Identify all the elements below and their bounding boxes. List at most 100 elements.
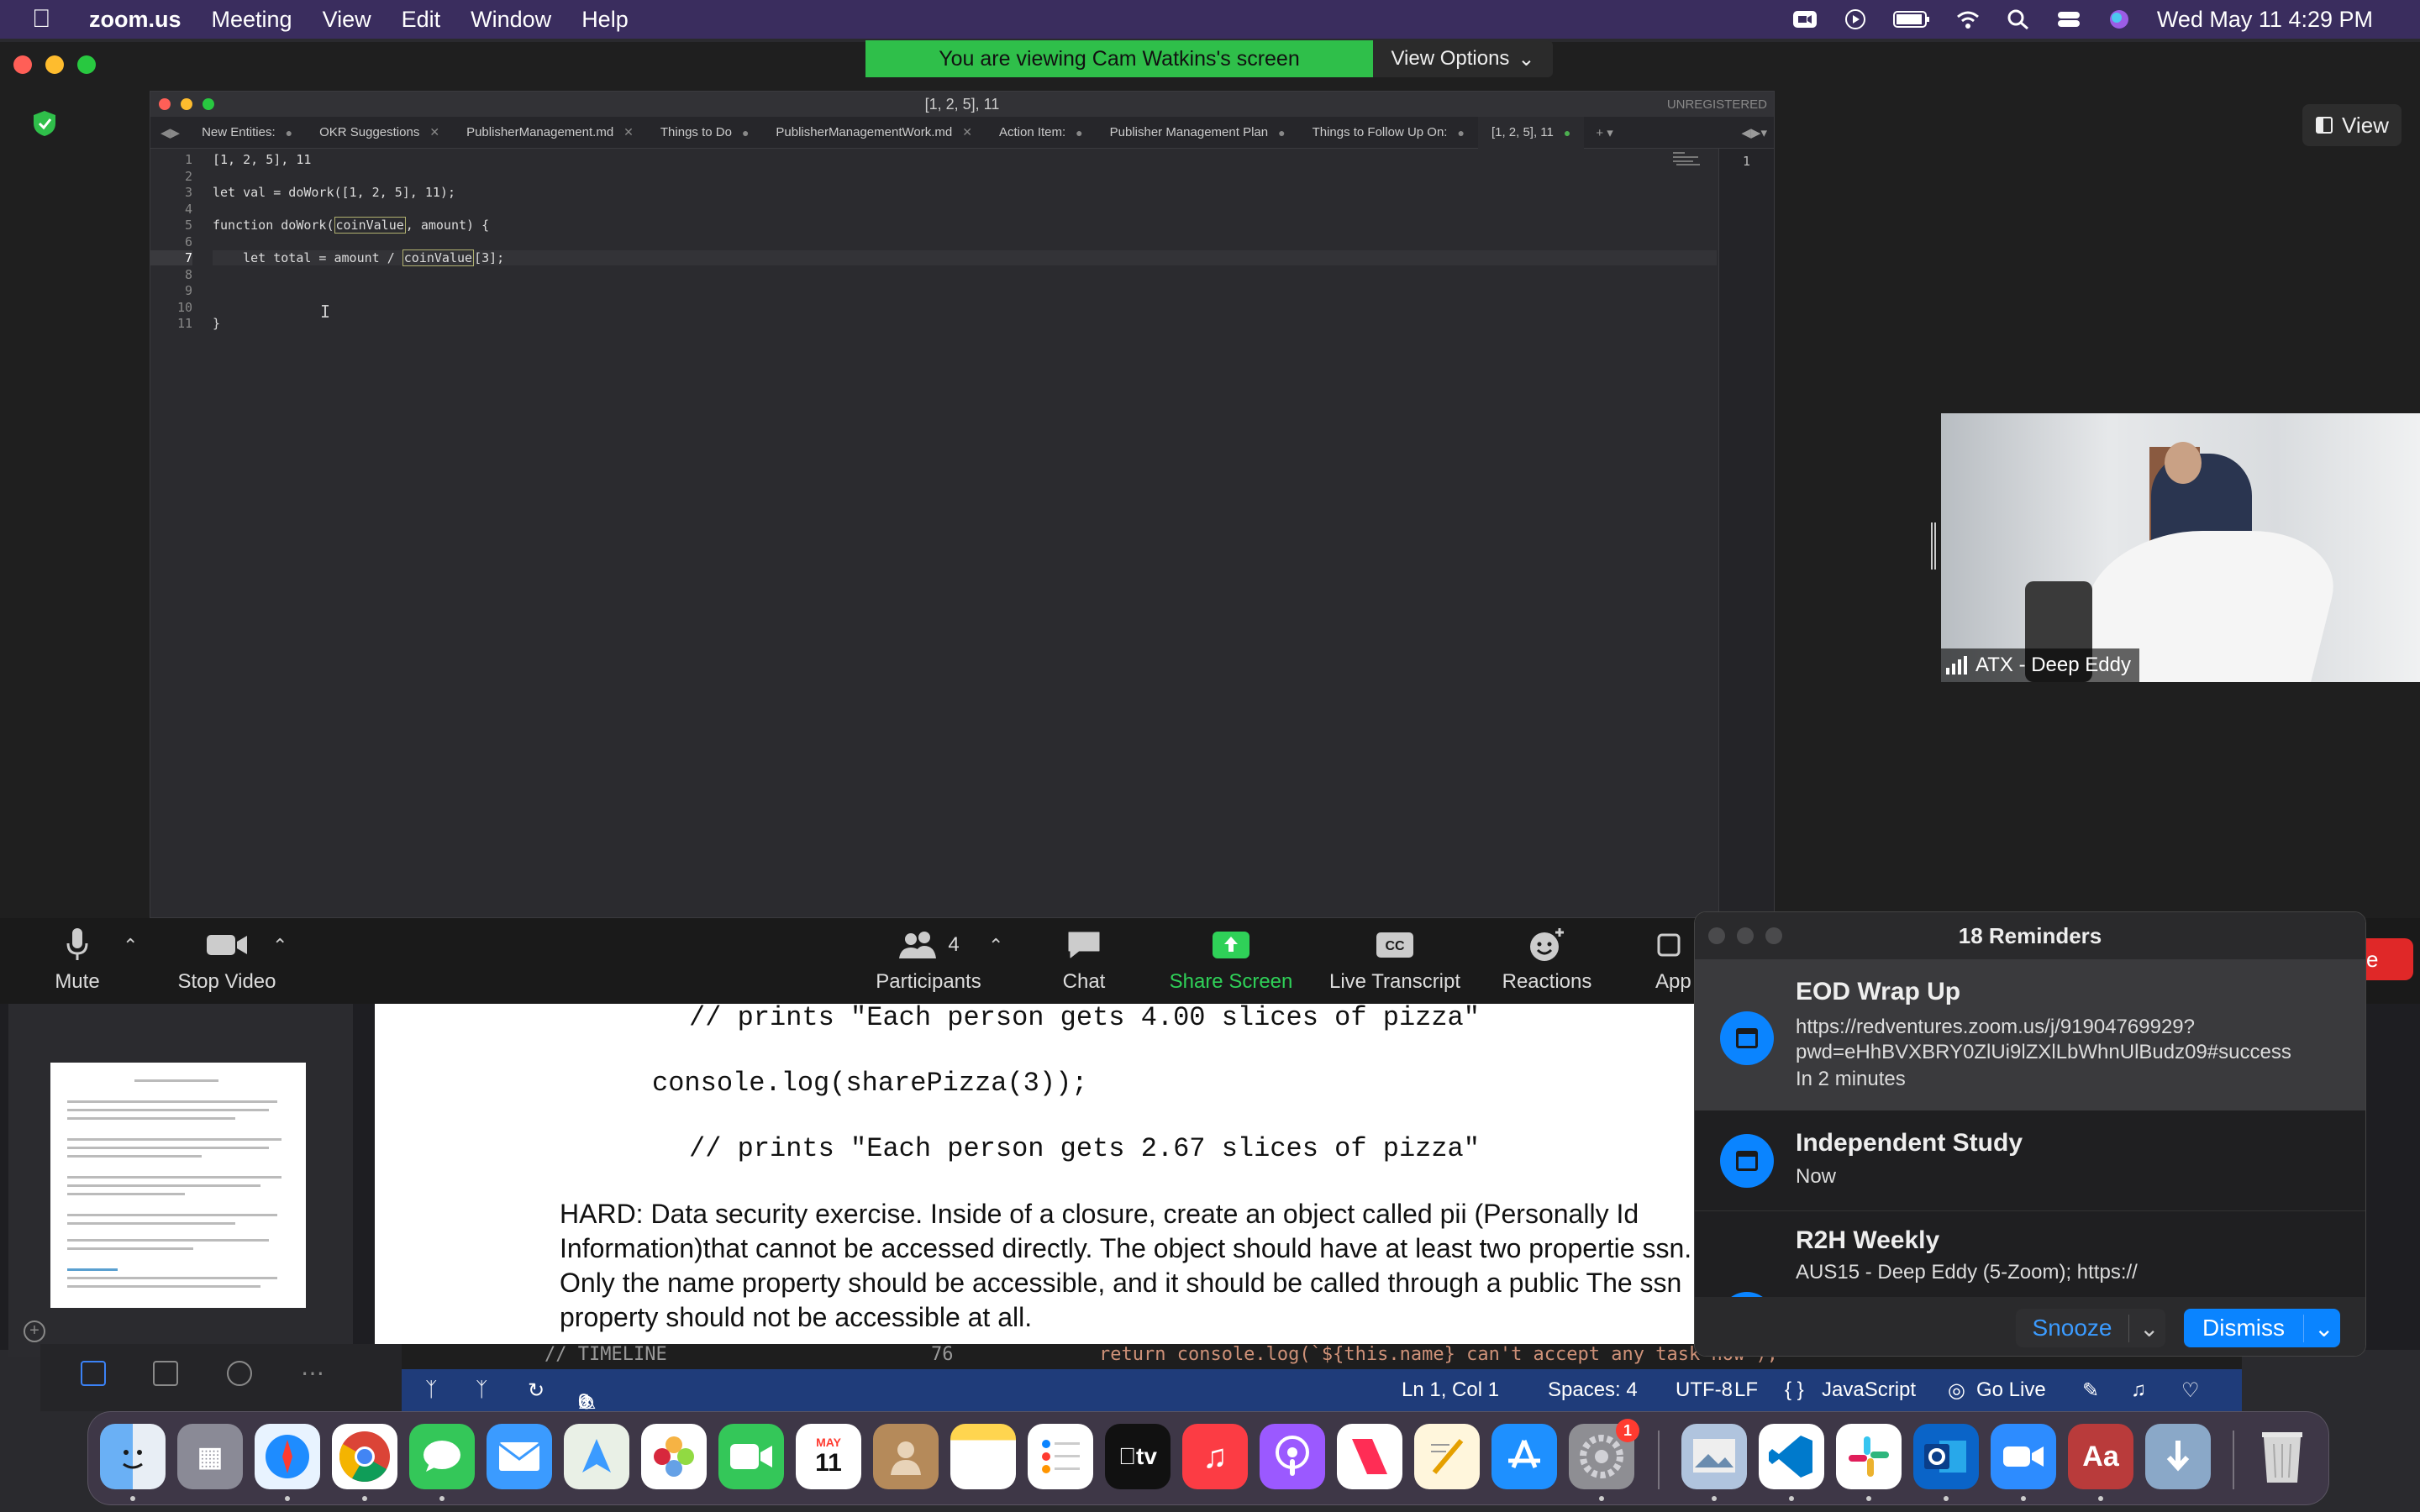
video-options-caret-icon[interactable]: ⌃ <box>272 935 287 957</box>
clock[interactable]: Wed May 11 4:29 PM <box>2157 7 2373 33</box>
battery-icon[interactable] <box>1892 8 1930 30</box>
app-store-icon[interactable] <box>1491 1424 1557 1489</box>
cursor-position[interactable]: Ln 1, Col 1 <box>1402 1378 1499 1402</box>
apple-tv-icon[interactable]: tv <box>1105 1424 1171 1489</box>
menu-edit[interactable]: Edit <box>402 7 441 33</box>
more-icon[interactable]: ⋯ <box>301 1359 324 1387</box>
mail-icon[interactable] <box>81 1361 106 1386</box>
reminder-item[interactable]: Independent Study Now <box>1695 1110 2365 1211</box>
mute-button[interactable]: Mute <box>44 918 111 1004</box>
dictionary-icon[interactable]: Aa <box>2068 1424 2133 1489</box>
trash-icon[interactable] <box>2249 1424 2315 1489</box>
menu-window[interactable]: Window <box>471 7 551 33</box>
participants-button[interactable]: 4 Participants <box>871 918 986 1004</box>
line-number: 6 <box>184 234 192 249</box>
stop-video-label: Stop Video <box>177 970 276 993</box>
outlook-icon[interactable] <box>1913 1424 1979 1489</box>
menu-meeting[interactable]: Meeting <box>212 7 292 33</box>
chrome-icon[interactable] <box>332 1424 397 1489</box>
safari-icon[interactable] <box>255 1424 320 1489</box>
contacts-icon[interactable] <box>873 1424 939 1489</box>
close-button[interactable] <box>13 55 32 74</box>
calendar-icon[interactable] <box>153 1361 178 1386</box>
go-live-button[interactable]: Go Live <box>1976 1378 2046 1402</box>
control-center-icon[interactable] <box>2056 8 2081 30</box>
podcasts-icon[interactable] <box>1260 1424 1325 1489</box>
add-page-icon[interactable]: + <box>24 1320 45 1342</box>
line-endings[interactable]: LF <box>1734 1378 1758 1402</box>
play-icon[interactable] <box>1843 8 1868 30</box>
dismiss-button[interactable]: Dismiss ⌄ <box>2184 1309 2340 1347</box>
reminder-item[interactable]: EOD Wrap Up https://redventures.zoom.us/… <box>1695 959 2365 1110</box>
wifi-icon[interactable] <box>1955 8 1981 30</box>
page-thumbnail[interactable] <box>50 1063 306 1308</box>
participants-caret-icon[interactable]: ⌃ <box>988 935 1003 957</box>
finder-icon[interactable] <box>100 1424 166 1489</box>
live-transcript-button[interactable]: CC Live Transcript <box>1321 918 1469 1004</box>
minimize-button[interactable] <box>45 55 64 74</box>
encoding[interactable]: UTF-8 <box>1676 1378 1733 1402</box>
maps-icon[interactable] <box>564 1424 629 1489</box>
notifications-icon[interactable]: ♫ <box>2131 1378 2146 1402</box>
code-token: , amount) { <box>405 218 490 233</box>
reminders-close-button[interactable] <box>1708 927 1725 944</box>
view-button[interactable]: View <box>2302 104 2402 146</box>
reminder-item[interactable]: R2H Weekly AUS15 - Deep Eddy (5-Zoom); h… <box>1695 1211 2365 1346</box>
branch-icon[interactable]: ᛉ <box>476 1378 487 1402</box>
downloads-folder-icon[interactable] <box>2145 1424 2211 1489</box>
music-icon[interactable]: ♫ <box>1182 1424 1248 1489</box>
system-preferences-icon[interactable]: 1 <box>1569 1419 1639 1489</box>
apple-icon[interactable]:  <box>32 5 66 34</box>
search-icon[interactable] <box>2006 8 2031 30</box>
zoom-button[interactable] <box>77 55 96 74</box>
share-screen-button[interactable]: Share Screen <box>1163 918 1299 1004</box>
reminders-app-icon[interactable] <box>1028 1424 1093 1489</box>
messages-icon[interactable] <box>409 1424 475 1489</box>
launchpad-icon[interactable]: ▦ <box>177 1424 243 1489</box>
facetime-icon[interactable] <box>718 1424 784 1489</box>
end-meeting-button[interactable]: e <box>2363 938 2413 980</box>
menu-app-name[interactable]: zoom.us <box>89 7 182 33</box>
participant-video[interactable]: ATX - Deep Eddy <box>1941 413 2420 682</box>
feedback-icon[interactable]: ✎ <box>2082 1378 2099 1403</box>
notes-icon[interactable] <box>950 1424 1016 1489</box>
participants-label: Participants <box>876 970 981 993</box>
source-control-icon[interactable]: ᛉ <box>425 1378 437 1402</box>
braces-icon: { } <box>1785 1378 1804 1401</box>
sync-icon[interactable]: ↻ <box>528 1378 544 1403</box>
menu-view[interactable]: View <box>323 7 371 33</box>
tab-label: Things to Follow Up On: <box>1312 125 1448 139</box>
photos-icon[interactable] <box>641 1424 707 1489</box>
slack-icon[interactable] <box>1836 1424 1902 1489</box>
language-mode[interactable]: JavaScript <box>1822 1378 1916 1402</box>
editor-tab-bar: ◀▶ New Entities: ● OKR Suggestions ✕ Publi… <box>150 116 1774 149</box>
vscode-icon[interactable] <box>1759 1424 1824 1489</box>
zoom-status-icon[interactable] <box>1792 8 1818 30</box>
line-number: 5 <box>184 218 192 233</box>
mail-app-icon[interactable] <box>487 1424 552 1489</box>
reminders-zoom-button[interactable] <box>1765 927 1782 944</box>
zoom-app-icon[interactable] <box>1991 1424 2056 1489</box>
indentation[interactable]: Spaces: 4 <box>1548 1378 1638 1402</box>
preview-icon[interactable] <box>1681 1424 1747 1489</box>
bell-icon[interactable]: ♡ <box>2181 1378 2200 1403</box>
view-options-button[interactable]: View Options ⌄ <box>1373 40 1553 77</box>
code-highlight: coinValue <box>334 217 406 234</box>
chat-button[interactable]: Chat <box>1050 918 1118 1004</box>
snooze-button[interactable]: Snooze ⌄ <box>2016 1309 2165 1347</box>
code-token: let total = amount / <box>213 250 402 265</box>
stop-video-button[interactable]: Stop Video <box>172 918 281 1004</box>
people-icon[interactable] <box>227 1361 252 1386</box>
dock-separator <box>2233 1431 2234 1489</box>
reminders-title: 18 Reminders <box>1958 922 2102 948</box>
siri-icon[interactable] <box>2107 8 2132 30</box>
reactions-button[interactable]: Reactions <box>1497 918 1597 1004</box>
menu-help[interactable]: Help <box>581 7 629 33</box>
textedit-icon[interactable] <box>1414 1424 1480 1489</box>
reminders-minimize-button[interactable] <box>1737 927 1754 944</box>
news-icon[interactable] <box>1337 1424 1402 1489</box>
panel-resize-handle[interactable] <box>1931 522 1936 570</box>
security-shield-icon[interactable] <box>32 109 57 138</box>
calendar-app-icon[interactable]: MAY 11 <box>796 1424 861 1489</box>
audio-options-caret-icon[interactable]: ⌃ <box>123 935 138 957</box>
